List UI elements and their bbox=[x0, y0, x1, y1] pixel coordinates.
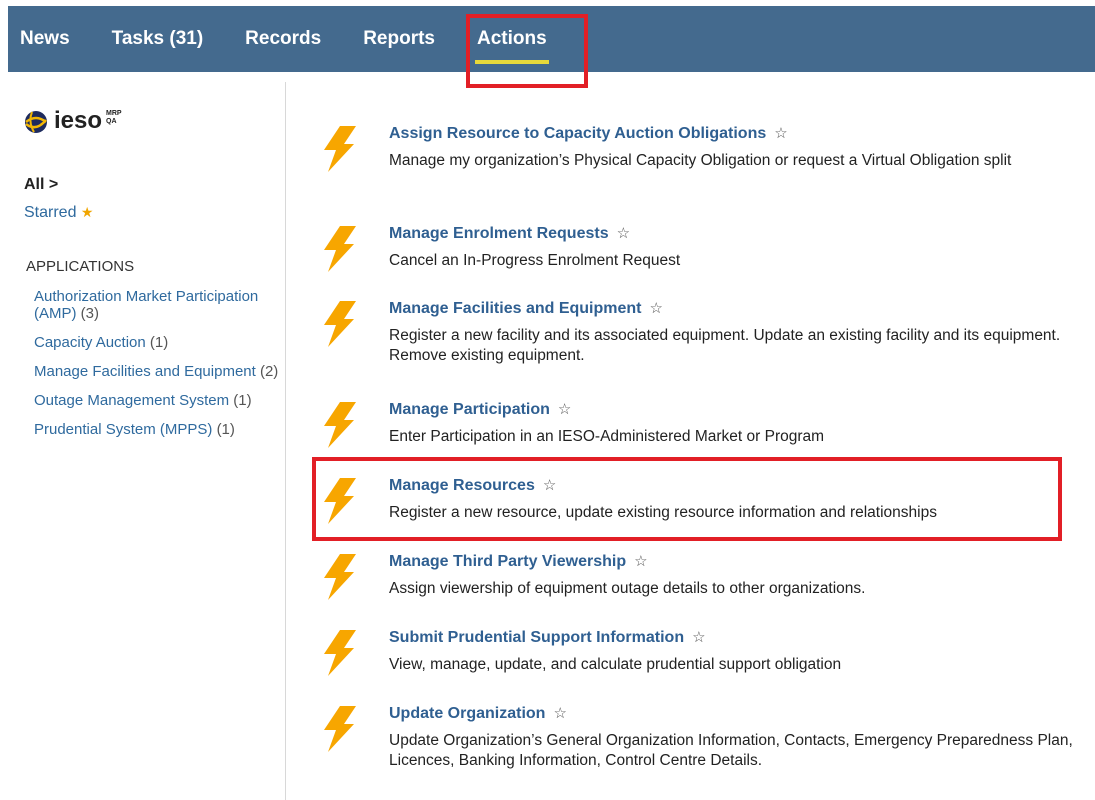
sidebar-item-count: (1) bbox=[149, 334, 169, 351]
action-description: Enter Participation in an IESO-Administe… bbox=[389, 428, 825, 445]
sidebar-item-capacity-auction[interactable]: Capacity Auction (1) bbox=[34, 334, 286, 351]
star-outline-icon[interactable]: ☆ bbox=[617, 225, 630, 242]
filter-starred[interactable]: Starred ★ bbox=[24, 204, 93, 222]
action-link[interactable]: Manage Enrolment Requests ☆ bbox=[389, 224, 630, 243]
environment-badge: MRP QA bbox=[106, 110, 122, 126]
star-outline-icon[interactable]: ☆ bbox=[692, 629, 705, 646]
sidebar: ieso MRP QA All > Starred ★ APPLICATIONS… bbox=[8, 82, 286, 800]
top-navigation-bar: News Tasks (31) Records Reports Actions bbox=[8, 6, 1095, 72]
ieso-logo: ieso MRP QA bbox=[24, 107, 122, 134]
action-description: Assign viewership of equipment outage de… bbox=[389, 580, 866, 597]
action-link[interactable]: Manage Facilities and Equipment ☆ bbox=[389, 299, 663, 318]
star-outline-icon[interactable]: ☆ bbox=[650, 300, 663, 317]
sidebar-item-label: Prudential System (MPPS) bbox=[34, 421, 213, 438]
action-title: Manage Enrolment Requests bbox=[389, 225, 609, 242]
applications-heading: APPLICATIONS bbox=[26, 258, 135, 275]
action-description: Manage my organization’s Physical Capaci… bbox=[389, 152, 1012, 169]
sidebar-item-label: Outage Management System bbox=[34, 392, 230, 409]
star-filled-icon: ★ bbox=[80, 204, 94, 220]
sidebar-item-count: (1) bbox=[233, 392, 252, 409]
logo-text: ieso bbox=[54, 107, 103, 134]
action-title: Manage Facilities and Equipment bbox=[389, 300, 642, 317]
action-link[interactable]: Update Organization ☆ bbox=[389, 704, 567, 723]
action-description: Cancel an In-Progress Enrolment Request bbox=[389, 252, 681, 269]
action-title: Assign Resource to Capacity Auction Obli… bbox=[389, 125, 767, 142]
action-title: Submit Prudential Support Information bbox=[389, 629, 685, 646]
action-link[interactable]: Manage Participation ☆ bbox=[389, 400, 571, 419]
lightning-bolt-icon bbox=[324, 402, 356, 448]
action-description: Register a new resource, update existing… bbox=[389, 504, 937, 521]
action-title: Manage Participation bbox=[389, 401, 550, 418]
action-title: Manage Resources bbox=[389, 477, 535, 494]
applications-list: Authorization Market Participation (AMP)… bbox=[34, 288, 286, 450]
ieso-globe-icon bbox=[25, 111, 47, 133]
lightning-bolt-icon bbox=[324, 630, 356, 676]
star-outline-icon[interactable]: ☆ bbox=[553, 705, 566, 722]
sidebar-item-count: (3) bbox=[80, 305, 100, 322]
tab-records[interactable]: Records bbox=[245, 6, 321, 72]
action-link[interactable]: Assign Resource to Capacity Auction Obli… bbox=[389, 124, 788, 143]
sidebar-item-amp[interactable]: Authorization Market Participation (AMP)… bbox=[34, 288, 286, 322]
sidebar-item-label: Manage Facilities and Equipment bbox=[34, 363, 256, 380]
lightning-bolt-icon bbox=[324, 126, 356, 172]
sidebar-item-manage-facilities[interactable]: Manage Facilities and Equipment (2) bbox=[34, 363, 286, 380]
tab-news[interactable]: News bbox=[20, 6, 70, 72]
lightning-bolt-icon bbox=[324, 554, 356, 600]
lightning-bolt-icon bbox=[324, 301, 356, 347]
environment-badge-line2: QA bbox=[106, 118, 117, 125]
star-outline-icon[interactable]: ☆ bbox=[634, 553, 647, 570]
tab-tasks[interactable]: Tasks (31) bbox=[112, 6, 204, 72]
star-outline-icon[interactable]: ☆ bbox=[558, 401, 571, 418]
filter-all[interactable]: All > bbox=[24, 176, 58, 194]
sidebar-item-label: Authorization Market Participation (AMP) bbox=[34, 288, 259, 322]
lightning-bolt-icon bbox=[324, 478, 356, 524]
star-outline-icon[interactable]: ☆ bbox=[543, 477, 556, 494]
action-link[interactable]: Manage Resources ☆ bbox=[389, 476, 556, 495]
action-link[interactable]: Manage Third Party Viewership ☆ bbox=[389, 552, 648, 571]
lightning-bolt-icon bbox=[324, 226, 356, 272]
star-outline-icon[interactable]: ☆ bbox=[774, 125, 787, 142]
sidebar-item-outage-management[interactable]: Outage Management System (1) bbox=[34, 392, 286, 409]
action-description: Register a new facility and its associat… bbox=[389, 327, 1061, 364]
tab-actions[interactable]: Actions bbox=[475, 6, 549, 72]
action-description: View, manage, update, and calculate prud… bbox=[389, 656, 842, 673]
highlight-box-manage-resources bbox=[312, 457, 1062, 541]
sidebar-item-count: (2) bbox=[259, 363, 279, 380]
sidebar-item-label: Capacity Auction bbox=[34, 334, 146, 351]
sidebar-item-prudential-system[interactable]: Prudential System (MPPS) (1) bbox=[34, 421, 286, 438]
sidebar-item-count: (1) bbox=[216, 421, 235, 438]
lightning-bolt-icon bbox=[324, 706, 356, 752]
filter-starred-label: Starred bbox=[24, 204, 77, 221]
tab-reports[interactable]: Reports bbox=[363, 6, 435, 72]
action-title: Update Organization bbox=[389, 705, 546, 722]
environment-badge-line1: MRP bbox=[106, 110, 122, 117]
action-title: Manage Third Party Viewership bbox=[389, 553, 627, 570]
action-description: Update Organization’s General Organizati… bbox=[389, 732, 1073, 769]
action-link[interactable]: Submit Prudential Support Information ☆ bbox=[389, 628, 706, 647]
